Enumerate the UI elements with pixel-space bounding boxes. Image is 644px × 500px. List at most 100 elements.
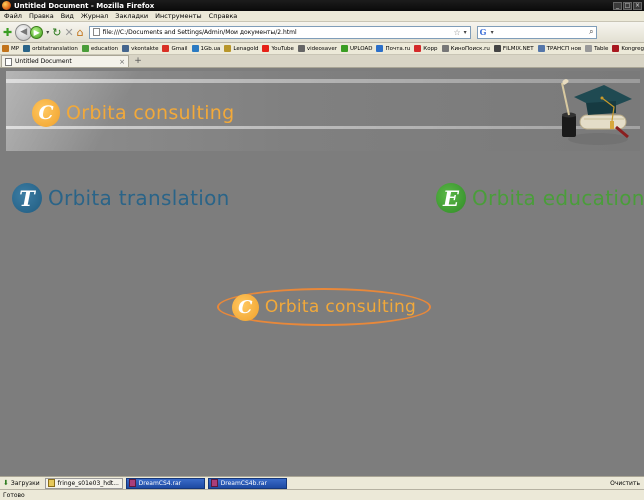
- bookmark-favicon-icon: [122, 45, 130, 52]
- new-tab-button[interactable]: +: [131, 56, 145, 67]
- address-bar[interactable]: ☆ ▾: [88, 25, 471, 39]
- download-item[interactable]: DreamCS4.rar: [125, 477, 205, 489]
- bookmark-item[interactable]: MP: [2, 45, 19, 52]
- bookmark-item[interactable]: UPLOAD: [341, 45, 372, 52]
- bookmark-label: FILMIX.NET: [502, 45, 534, 52]
- navigation-toolbar: ✚ ◀ ▶ ▾ ↻ ✕ ⌂ ☆ ▾ G ▾ ⌕: [0, 22, 644, 43]
- bookmark-label: UPLOAD: [350, 45, 373, 52]
- bookmark-label: КиноПоиск.ru: [450, 45, 490, 52]
- google-icon[interactable]: G: [480, 27, 489, 37]
- bookmark-item[interactable]: Table: [585, 45, 608, 52]
- bookmark-label: vkontakte: [131, 45, 159, 52]
- consulting-center-logo-icon: C: [231, 293, 259, 321]
- download-item-name: DreamCS4b.rar: [220, 479, 267, 487]
- consulting-logo-icon: C: [32, 99, 60, 127]
- url-input[interactable]: [102, 28, 454, 36]
- bookmark-label: education: [90, 45, 119, 52]
- bookmark-favicon-icon: [414, 45, 422, 52]
- minimize-button[interactable]: _: [613, 1, 622, 10]
- url-dropdown-icon[interactable]: ▾: [464, 29, 467, 36]
- clear-downloads-button[interactable]: Очистить: [610, 480, 640, 487]
- bookmark-favicon-icon: [537, 45, 545, 52]
- banner-brand-text: Orbita consulting: [66, 102, 235, 124]
- bookmark-item[interactable]: Lenagold: [224, 45, 258, 52]
- download-item[interactable]: DreamCS4b.rar: [207, 477, 287, 489]
- bookmark-item[interactable]: КиноПоиск.ru: [441, 45, 490, 52]
- bookmark-item[interactable]: Gmail: [162, 45, 188, 52]
- bookmark-favicon-icon: [2, 45, 9, 52]
- menu-history[interactable]: Журнал: [81, 12, 108, 20]
- menu-bookmarks[interactable]: Закладки: [115, 12, 148, 20]
- close-button[interactable]: ×: [633, 1, 642, 10]
- tab-page-icon: [5, 57, 12, 66]
- status-bar: Готово: [0, 489, 644, 500]
- bookmark-favicon-icon: [224, 45, 232, 52]
- search-bar[interactable]: G ▾ ⌕: [476, 25, 597, 39]
- search-engine-dropdown-icon[interactable]: ▾: [491, 29, 494, 36]
- translation-brand-link[interactable]: T Orbita translation: [12, 183, 230, 213]
- bookmark-item[interactable]: education: [81, 45, 119, 52]
- translation-brand-text: Orbita translation: [48, 186, 230, 210]
- bookmark-item[interactable]: Почта.ru: [376, 45, 410, 52]
- tab-title: Untitled Document: [15, 58, 72, 65]
- home-button[interactable]: ⌂: [77, 26, 84, 39]
- page-content: C Orbita consulting T Orbita translation…: [0, 68, 644, 476]
- menu-edit[interactable]: Правка: [29, 12, 54, 20]
- consulting-brand-text: Orbita consulting: [264, 297, 417, 317]
- bookmark-favicon-icon: [297, 45, 305, 52]
- search-icon[interactable]: ⌕: [589, 27, 593, 37]
- bookmark-item[interactable]: ТРАНСП нов: [537, 45, 581, 52]
- window-controls: _ □ ×: [613, 1, 642, 10]
- bookmark-label: 1Gb.ua: [200, 45, 221, 52]
- forward-button[interactable]: ▶: [30, 25, 44, 39]
- menu-view[interactable]: Вид: [61, 12, 74, 20]
- bookmark-favicon-icon: [376, 45, 384, 52]
- download-item[interactable]: fringe_s01e03_hdt...: [44, 477, 123, 489]
- tab-close-icon[interactable]: ×: [119, 58, 125, 66]
- education-brand-text: Orbita education: [472, 186, 644, 210]
- history-dropdown-icon[interactable]: ▾: [46, 29, 49, 36]
- education-logo-icon: E: [436, 183, 466, 213]
- bookmark-item[interactable]: orbitatranslation: [23, 45, 78, 52]
- menu-tools[interactable]: Инструменты: [155, 12, 202, 20]
- bookmark-item[interactable]: FILMIX.NET: [493, 45, 534, 52]
- bookmark-item[interactable]: videosaver: [297, 45, 337, 52]
- bookmark-item[interactable]: Корр: [414, 45, 438, 52]
- download-item-name: fringe_s01e03_hdt...: [57, 479, 119, 487]
- bookmark-item[interactable]: Kongregate: [612, 45, 644, 52]
- bookmark-label: Корр: [423, 45, 438, 52]
- menu-bar: Файл Правка Вид Журнал Закладки Инструме…: [0, 11, 644, 22]
- bookmark-favicon-icon: [493, 45, 501, 52]
- bookmark-item[interactable]: YouTube: [262, 45, 294, 52]
- search-input[interactable]: [496, 29, 590, 35]
- bookmark-favicon-icon: [585, 45, 593, 52]
- bookmark-favicon-icon: [81, 45, 89, 52]
- header-banner: C Orbita consulting: [6, 71, 640, 151]
- graduation-cap-icon: [561, 79, 632, 145]
- bookmark-item[interactable]: 1Gb.ua: [191, 45, 221, 52]
- bookmark-favicon-icon: [23, 45, 31, 52]
- page-icon: [92, 28, 100, 36]
- consulting-brand-link[interactable]: C Orbita consulting: [217, 288, 431, 326]
- menu-file[interactable]: Файл: [4, 12, 22, 20]
- bookmark-star-icon[interactable]: ☆: [453, 28, 460, 37]
- bookmark-favicon-icon: [191, 45, 199, 52]
- bookmark-favicon-icon: [441, 45, 449, 52]
- bookmarks-toolbar: MP orbitatranslation education vkontakte Gma…: [0, 43, 644, 55]
- education-brand-link[interactable]: E Orbita education: [436, 183, 644, 213]
- status-text: Готово: [3, 491, 25, 499]
- tab-untitled-document[interactable]: Untitled Document ×: [1, 55, 129, 67]
- window-title: Untitled Document - Mozilla Firefox: [14, 1, 155, 10]
- new-tab-green-icon[interactable]: ✚: [3, 26, 12, 39]
- downloads-button[interactable]: ⬇ Загрузки: [1, 479, 42, 487]
- bookmark-item[interactable]: vkontakte: [122, 45, 158, 52]
- bookmark-label: orbitatranslation: [32, 45, 78, 52]
- banner-stripe-top: [6, 79, 640, 83]
- tab-bar: Untitled Document × +: [0, 55, 644, 68]
- menu-help[interactable]: Справка: [209, 12, 238, 20]
- reload-button[interactable]: ↻: [52, 26, 61, 39]
- rar-file-icon: [128, 479, 136, 487]
- maximize-button[interactable]: □: [623, 1, 632, 10]
- stop-button[interactable]: ✕: [64, 26, 73, 39]
- title-bar: Untitled Document - Mozilla Firefox _ □ …: [0, 0, 644, 11]
